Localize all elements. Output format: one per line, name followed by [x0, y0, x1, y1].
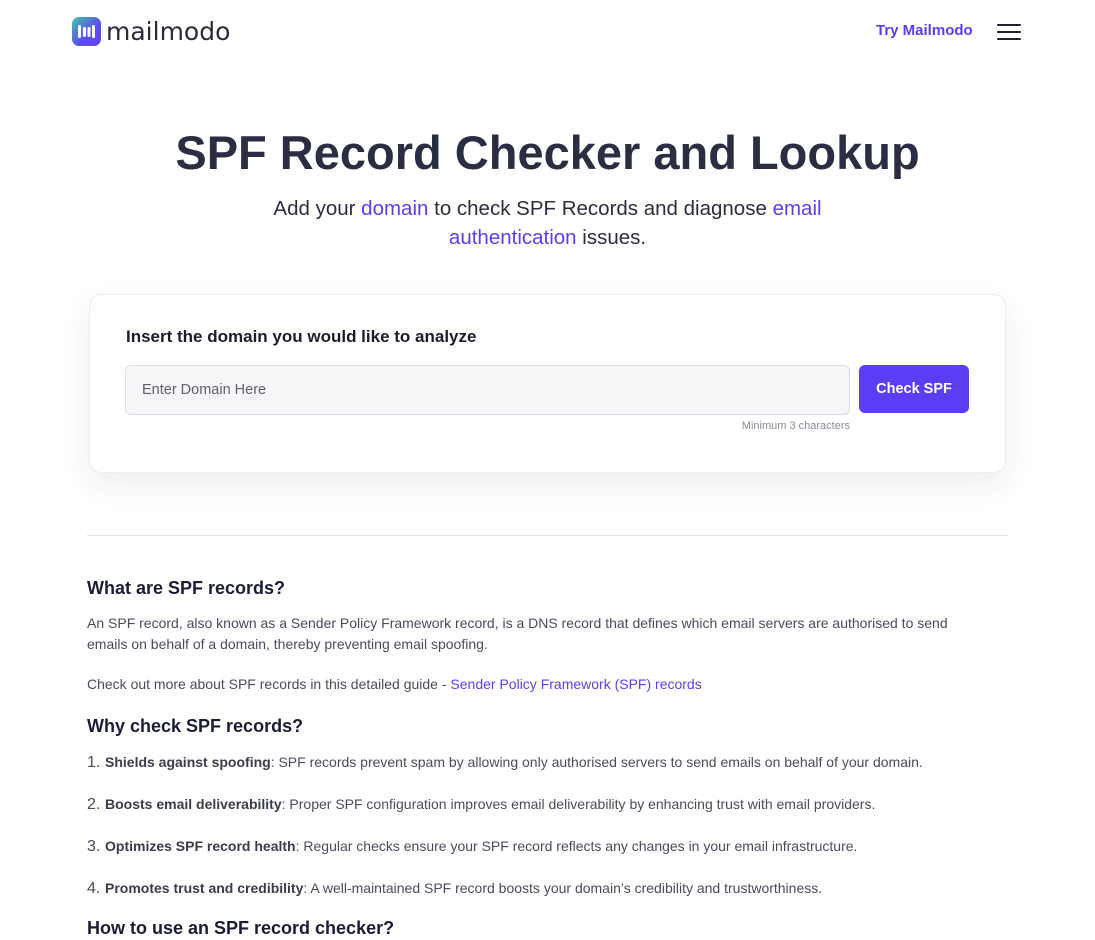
spf-checker-card: Insert the domain you would like to anal…	[89, 294, 1006, 473]
list-item-title: Boosts email deliverability	[105, 796, 282, 812]
page-subtitle: Add your domain to check SPF Records and…	[250, 194, 845, 252]
list-number: 3.	[87, 838, 101, 855]
list-item-title: Optimizes SPF record health	[105, 838, 296, 854]
list-item-title: Promotes trust and credibility	[105, 880, 304, 896]
list-text: Boosts email deliverability: Proper SPF …	[105, 794, 875, 815]
subtitle-text: issues.	[576, 226, 647, 249]
min-characters-hint: Minimum 3 characters	[741, 420, 850, 432]
list-item: 2. Boosts email deliverability: Proper S…	[87, 794, 987, 815]
article-content: What are SPF records? An SPF record, als…	[87, 576, 987, 940]
list-text: Shields against spoofing: SPF records pr…	[105, 752, 923, 773]
try-mailmodo-link[interactable]: Try Mailmodo	[876, 22, 973, 39]
logo-icon	[72, 17, 101, 46]
how-to-use-heading: How to use an SPF record checker?	[87, 918, 395, 938]
list-item-title: Shields against spoofing	[105, 754, 271, 770]
section-divider	[87, 535, 1008, 536]
list-item-desc: : SPF records prevent spam by allowing o…	[270, 754, 923, 770]
list-item: 4. Promotes trust and credibility: A wel…	[87, 878, 987, 899]
mailmodo-logo[interactable]: mailmodo	[72, 17, 230, 46]
domain-input-label: Insert the domain you would like to anal…	[126, 327, 477, 346]
list-item-desc: : A well-maintained SPF record boosts yo…	[303, 880, 823, 896]
logo-wordmark: mailmodo	[106, 17, 231, 46]
domain-input[interactable]	[125, 365, 850, 415]
page-title: SPF Record Checker and Lookup	[175, 126, 920, 179]
site-header: mailmodo Try Mailmodo	[0, 0, 1095, 64]
list-text: Promotes trust and credibility: A well-m…	[105, 878, 822, 899]
list-text: Optimizes SPF record health: Regular che…	[105, 836, 857, 857]
what-are-spf-paragraph: An SPF record, also known as a Sender Po…	[87, 615, 948, 652]
guide-prefix: Check out more about SPF records in this…	[87, 676, 451, 692]
subtitle-text: Add your	[273, 197, 362, 220]
check-spf-button[interactable]: Check SPF	[859, 365, 969, 413]
what-are-spf-heading: What are SPF records?	[87, 578, 286, 598]
list-item: 1. Shields against spoofing: SPF records…	[87, 752, 987, 773]
list-item-desc: : Proper SPF configuration improves emai…	[281, 796, 876, 812]
list-number: 4.	[87, 880, 101, 897]
list-number: 2.	[87, 796, 101, 813]
why-check-spf-heading: Why check SPF records?	[87, 716, 304, 736]
guide-paragraph: Check out more about SPF records in this…	[87, 674, 987, 695]
hamburger-menu-icon[interactable]	[997, 22, 1021, 42]
list-item-desc: : Regular checks ensure your SPF record …	[295, 838, 858, 854]
list-number: 1.	[87, 754, 101, 771]
spf-guide-link[interactable]: Sender Policy Framework (SPF) records	[450, 676, 701, 692]
list-item: 3. Optimizes SPF record health: Regular …	[87, 836, 987, 857]
domain-link[interactable]: domain	[361, 197, 428, 220]
subtitle-text: to check SPF Records and diagnose	[428, 197, 773, 220]
